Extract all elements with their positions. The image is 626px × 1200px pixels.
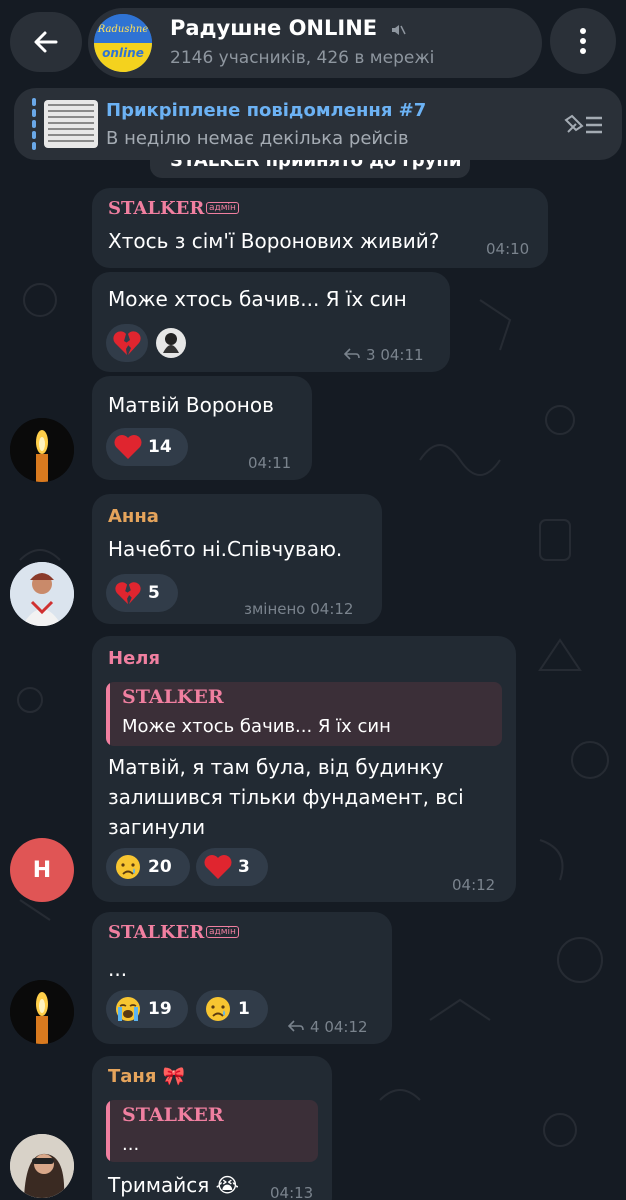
channel-member-count: 2146 учасників, 426 в мережі [170, 48, 435, 68]
message-text: Тримайся 😭 [108, 1170, 239, 1200]
reaction-count: 19 [148, 999, 172, 1019]
sender-avatar[interactable]: Н [10, 838, 74, 902]
message-time: 3 04:11 [344, 346, 424, 364]
reaction-count: 5 [148, 583, 160, 603]
muted-icon [392, 25, 406, 35]
forward-count: 4 [310, 1018, 320, 1036]
forward-count: 3 [366, 346, 376, 364]
reaction-loudly-crying-face[interactable]: 19 [106, 990, 188, 1028]
message-bubble[interactable]: Матвій Воронов 14 04:11 [92, 376, 312, 480]
message-bubble[interactable]: Може хтось бачив... Я їх син 3 04:11 [92, 272, 450, 372]
avatar-letter: Н [32, 857, 52, 883]
admin-badge: адмін [206, 926, 239, 938]
reply-quote[interactable]: STALKER Може хтось бачив... Я їх син [106, 682, 502, 746]
message-text-line-2: залишився тільки фундамент, всі [108, 785, 464, 809]
message-text: Хтось з сім'ї Воронових живий? [108, 229, 440, 253]
pinned-thumbnail [44, 100, 98, 148]
message-text: Матвій Воронов [108, 393, 274, 417]
sender-name: Анна [108, 506, 159, 527]
sender-avatar[interactable] [10, 418, 74, 482]
reaction-user-avatar[interactable] [150, 324, 192, 362]
loudly-crying-face-icon [116, 997, 140, 1021]
avatar-logo-text-bottom: online [102, 46, 144, 60]
quote-sender: STALKER [122, 1104, 224, 1126]
message-bubble[interactable]: STALKER адмін Хтось з сім'ї Воронових жи… [92, 188, 548, 268]
reaction-red-heart[interactable]: 3 [196, 848, 268, 886]
pinned-text: В неділю немає декілька рейсів [106, 128, 409, 149]
sender-avatar[interactable] [10, 562, 74, 626]
forward-icon [288, 1020, 304, 1032]
message-time: 04:10 [486, 240, 530, 258]
pinned-message-bar[interactable]: Прикріплене повідомлення #7 В неділю нем… [14, 88, 622, 160]
reply-quote[interactable]: STALKER ... [106, 1100, 318, 1162]
reaction-broken-heart[interactable] [106, 324, 148, 362]
red-heart-icon [114, 435, 142, 459]
reaction-crying-face[interactable]: 20 [106, 848, 190, 886]
sender-name: Неля [108, 648, 161, 669]
message-text-value: Тримайся [108, 1173, 210, 1197]
more-vertical-icon [580, 28, 586, 54]
message-text-line-3: загинули [108, 815, 206, 839]
message-time: 04:11 [248, 454, 292, 472]
back-button[interactable] [10, 12, 82, 72]
crying-face-icon [116, 855, 140, 879]
channel-title: Радушне ONLINE [170, 16, 378, 40]
message-time-value: 04:12 [324, 1018, 368, 1036]
pinned-title: Прикріплене повідомлення #7 [106, 100, 427, 121]
sender-avatar[interactable] [10, 980, 74, 1044]
arrow-left-icon [34, 31, 58, 53]
message-time: змінено 04:12 [244, 600, 354, 618]
ribbon-emoji: 🎀 [162, 1066, 186, 1087]
service-message: STALKER прийнято до групи [150, 160, 470, 178]
message-text: ... [108, 957, 128, 981]
more-menu-button[interactable] [550, 8, 616, 74]
message-bubble[interactable]: Анна Начебто ні.Співчуваю. 5 змінено 04:… [92, 494, 382, 624]
reaction-red-heart[interactable]: 14 [106, 428, 188, 466]
reaction-count: 1 [238, 999, 250, 1019]
pinned-indicator [32, 98, 36, 150]
reaction-crying-face[interactable]: 1 [196, 990, 268, 1028]
message-bubble[interactable]: STALKER адмін ... 19 1 4 04:12 [92, 912, 392, 1044]
quote-text: ... [122, 1134, 140, 1155]
message-time-value: 04:11 [380, 346, 424, 364]
pinned-list-icon[interactable] [562, 108, 606, 140]
candle-avatar-image [10, 980, 74, 1044]
avatar-logo-text-top: Radushne [97, 24, 149, 35]
crying-face-icon [206, 997, 230, 1021]
red-heart-icon [204, 855, 232, 879]
chat-title-bar[interactable]: Radushne online Радушне ONLINE 2146 учас… [88, 8, 542, 78]
broken-heart-icon [113, 331, 141, 355]
user-photo-avatar [10, 562, 74, 626]
sender-name: Таня 🎀 [108, 1066, 185, 1087]
message-text: Начебто ні.Співчуваю. [108, 537, 343, 561]
sender-name-text: Таня [108, 1066, 157, 1087]
message-time: 04:12 [452, 876, 496, 894]
quote-sender: STALKER [122, 686, 224, 708]
sender-name: STALKER [108, 922, 205, 943]
channel-avatar[interactable]: Radushne online [94, 14, 152, 72]
sender-avatar[interactable] [10, 1134, 74, 1198]
message-time: 04:13 [270, 1184, 314, 1200]
reaction-count: 20 [148, 857, 172, 877]
broken-heart-icon [115, 582, 141, 605]
reaction-count: 3 [238, 857, 250, 877]
message-text: Може хтось бачив... Я їх син [108, 287, 407, 311]
reaction-count: 14 [148, 437, 172, 457]
admin-badge: адмін [206, 202, 239, 214]
loudly-crying-emoji: 😭 [215, 1173, 240, 1197]
chat-header: Radushne online Радушне ONLINE 2146 учас… [0, 0, 626, 90]
candle-avatar-image [10, 418, 74, 482]
message-bubble[interactable]: Таня 🎀 STALKER ... Тримайся 😭 04:13 [92, 1056, 332, 1200]
quote-text: Може хтось бачив... Я їх син [122, 716, 391, 737]
sender-name: STALKER [108, 198, 205, 219]
reactor-avatar-icon [156, 328, 186, 358]
service-message-text: STALKER прийнято до групи [170, 160, 462, 171]
reaction-broken-heart[interactable]: 5 [106, 574, 178, 612]
message-bubble[interactable]: Неля STALKER Може хтось бачив... Я їх си… [92, 636, 516, 902]
message-text-line-1: Матвій, я там була, від будинку [108, 755, 444, 779]
user-photo-avatar [10, 1134, 74, 1198]
message-time: 4 04:12 [288, 1018, 368, 1036]
forward-icon [344, 348, 360, 360]
